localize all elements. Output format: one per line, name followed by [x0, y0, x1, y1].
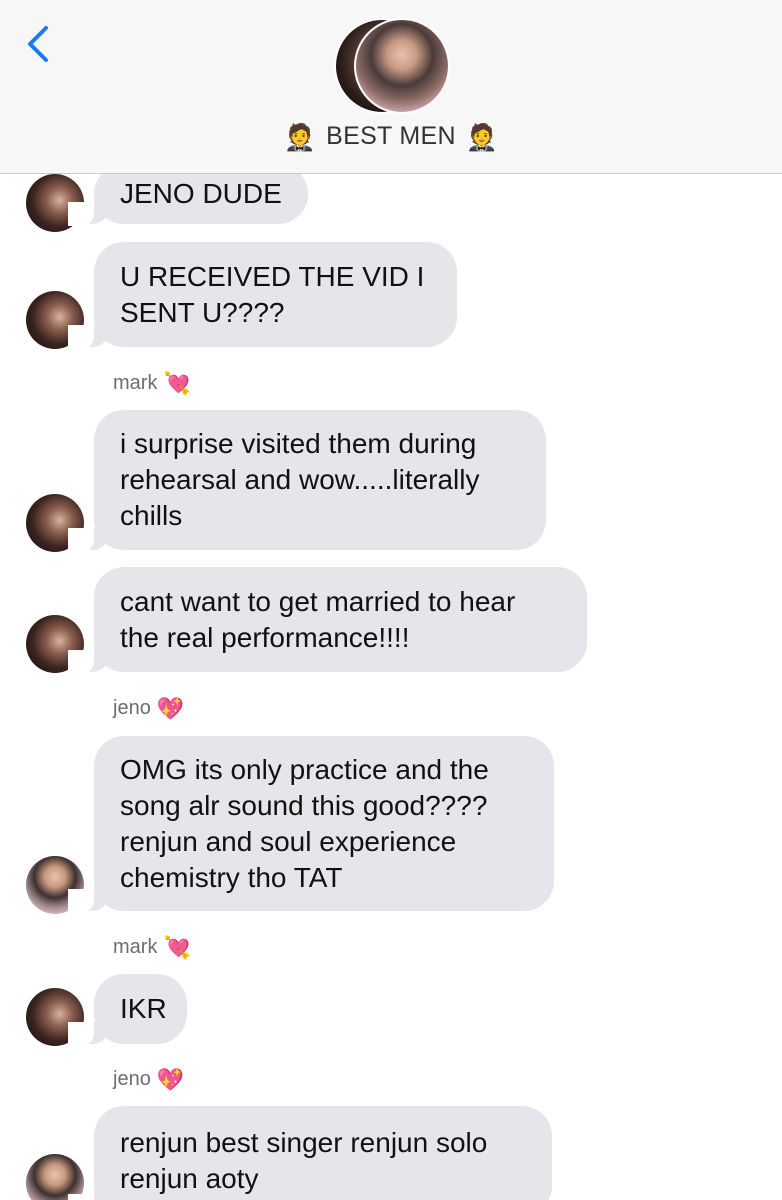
sender-label: jeno 💖: [113, 1067, 184, 1093]
message-text: JENO DUDE: [120, 178, 282, 209]
message-bubble[interactable]: U RECEIVED THE VID I SENT U????: [68, 242, 457, 349]
sender-name: jeno: [113, 1068, 151, 1090]
message-bubble[interactable]: IKR: [68, 974, 187, 1046]
sender-name: mark: [113, 936, 158, 958]
message-bubble[interactable]: cant want to get married to hear the rea…: [68, 567, 587, 674]
back-chevron-icon[interactable]: [22, 22, 58, 66]
sparkling-heart-icon: 💖: [156, 1067, 185, 1092]
conversation-header: 🤵 BEST MEN 🤵: [0, 0, 782, 174]
message-bubble[interactable]: renjun best singer renjun solo renjun ao…: [68, 1106, 552, 1200]
message-list: JENO DUDE U RECEIVED THE VID I SENT U???…: [0, 174, 782, 1200]
message-bubble[interactable]: OMG its only practice and the song alr s…: [68, 736, 554, 913]
message-text: cant want to get married to hear the rea…: [120, 585, 516, 653]
message-text: U RECEIVED THE VID I SENT U????: [120, 260, 425, 328]
message-text: IKR: [120, 993, 167, 1024]
sender-label: jeno 💖: [113, 696, 184, 722]
man-in-tuxedo-icon: 🤵: [283, 122, 317, 152]
sender-name: jeno: [113, 697, 151, 719]
conversation-title-text: BEST MEN: [326, 122, 456, 150]
sparkling-heart-icon: 💖: [156, 696, 185, 721]
sender-label: mark 💘: [113, 371, 191, 397]
message-bubble[interactable]: i surprise visited them during rehearsal…: [68, 410, 546, 552]
heart-with-arrow-icon: 💘: [163, 935, 191, 960]
sender-label: mark 💘: [113, 935, 191, 961]
message-text: renjun best singer renjun solo renjun ao…: [120, 1127, 488, 1194]
message-bubble[interactable]: JENO DUDE: [68, 174, 308, 226]
group-avatar-jeno: [354, 18, 450, 114]
man-in-tuxedo-icon: 🤵: [465, 122, 499, 152]
message-text: OMG its only practice and the song alr s…: [120, 753, 489, 893]
sender-name: mark: [113, 372, 158, 394]
message-text: i surprise visited them during rehearsal…: [120, 428, 480, 531]
heart-with-arrow-icon: 💘: [163, 371, 191, 396]
conversation-title[interactable]: 🤵 BEST MEN 🤵: [0, 122, 782, 153]
group-avatar[interactable]: [334, 18, 450, 114]
